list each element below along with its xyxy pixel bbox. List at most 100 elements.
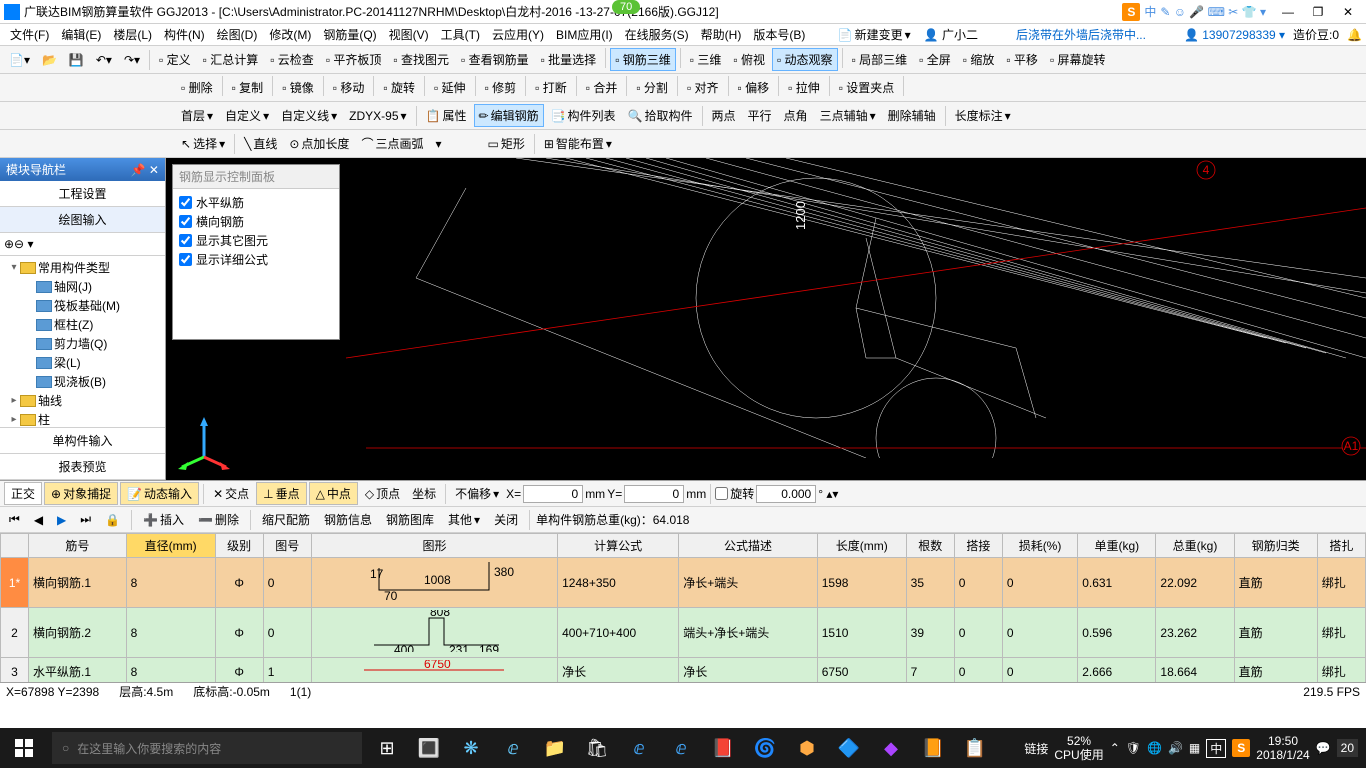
menu-修改(M)[interactable]: 修改(M) xyxy=(263,24,317,45)
other-button[interactable]: 其他 ▾ xyxy=(443,508,485,531)
menu-楼层(L)[interactable]: 楼层(L) xyxy=(107,24,158,45)
menu-版本号(B)[interactable]: 版本号(B) xyxy=(747,24,811,45)
delete-button[interactable]: ➖ 删除 xyxy=(193,508,244,531)
tb-旋转[interactable]: ▫ 旋转 xyxy=(378,76,420,99)
tb-定义[interactable]: ▫ 定义 xyxy=(154,48,196,71)
cp-显示详细公式[interactable]: 显示详细公式 xyxy=(179,250,333,269)
line-select[interactable]: 自定义线 ▾ xyxy=(276,104,342,127)
status-link[interactable]: 后浇带在外墙后浇带中... xyxy=(1016,26,1146,43)
task-ie[interactable]: ⅇ xyxy=(660,728,702,768)
parallel-button[interactable]: 平行 xyxy=(743,104,777,127)
ptang-button[interactable]: 点角 xyxy=(779,104,813,127)
menu-在线服务(S)[interactable]: 在线服务(S) xyxy=(619,24,695,45)
notification-icon[interactable]: 🔔 xyxy=(1347,28,1362,42)
taskbar-search[interactable]: ○ 在这里输入你要搜索的内容 xyxy=(52,732,362,764)
tb-缩放[interactable]: ▫ 缩放 xyxy=(958,48,1000,71)
tray-count[interactable]: 20 xyxy=(1337,739,1358,757)
mid-snap[interactable]: △ 中点 xyxy=(309,482,358,505)
undo-button[interactable]: ↶▾ xyxy=(91,50,117,70)
task-app-2[interactable]: ❋ xyxy=(450,728,492,768)
menu-构件(N)[interactable]: 构件(N) xyxy=(158,24,211,45)
attrs-button[interactable]: 📋 属性 xyxy=(421,104,472,127)
task-edge2[interactable]: ⅇ xyxy=(618,728,660,768)
tb-钢筋三维[interactable]: ▫ 钢筋三维 xyxy=(610,48,676,71)
insert-button[interactable]: ➕ 插入 xyxy=(138,508,189,531)
vert-snap[interactable]: ◇ 顶点 xyxy=(360,482,405,505)
phone-link[interactable]: 👤 13907298339 ▾ xyxy=(1184,28,1285,42)
tree-轴网(J)[interactable]: 轴网(J) xyxy=(2,277,163,296)
cp-横向钢筋[interactable]: 横向钢筋 xyxy=(179,212,333,231)
ime-extra-icons[interactable]: ✎ ☺ 🎤 ⌨ ✂ 👕 ▾ xyxy=(1160,5,1266,19)
task-app-9[interactable]: 📋 xyxy=(954,728,996,768)
perp-snap[interactable]: ⊥ 垂点 xyxy=(256,482,306,505)
floor-select[interactable]: 首层 ▾ xyxy=(176,104,218,127)
smart-button[interactable]: ⊞ 智能布置 ▾ xyxy=(539,132,617,155)
tb-云检查[interactable]: ▫ 云检查 xyxy=(265,48,319,71)
osnap-toggle[interactable]: ⊕ 对象捕捉 xyxy=(44,482,118,505)
ime-s-icon[interactable]: S xyxy=(1122,3,1140,21)
rotate-input[interactable] xyxy=(756,485,816,503)
rotate-check[interactable] xyxy=(715,487,728,500)
pick-button[interactable]: 🔍 拾取构件 xyxy=(623,104,698,127)
tb-汇总计算[interactable]: ▫ 汇总计算 xyxy=(198,48,264,71)
task-edge[interactable]: ⅇ xyxy=(492,728,534,768)
menu-云应用(Y)[interactable]: 云应用(Y) xyxy=(486,24,550,45)
system-tray[interactable]: 链接 52%CPU使用 ⌃ 🛡 🌐 🔊 ▦ 中 S 19:502018/1/24… xyxy=(1016,734,1366,763)
ptlen-button[interactable]: ⊙ 点加长度 xyxy=(284,132,354,155)
tb-局部三维[interactable]: ▫ 局部三维 xyxy=(847,48,913,71)
first-button[interactable]: ⏮ xyxy=(4,509,25,530)
redo-button[interactable]: ↷▾ xyxy=(119,50,145,70)
last-button[interactable]: ⏭ xyxy=(75,509,96,530)
rect-button[interactable]: ▭ 矩形 xyxy=(482,132,529,155)
more-draw[interactable]: ▾ xyxy=(430,134,480,154)
nav-report[interactable]: 报表预览 xyxy=(0,454,165,480)
rebar-table[interactable]: 筋号直径(mm)级别图号图形计算公式公式描述长度(mm)根数搭接损耗(%)单重(… xyxy=(0,533,1366,682)
tree-筏板基础(M)[interactable]: 筏板基础(M) xyxy=(2,296,163,315)
ime-zhong[interactable]: 中 xyxy=(1144,3,1156,20)
tb-查看钢筋量[interactable]: ▫ 查看钢筋量 xyxy=(456,48,534,71)
menu-编辑(E)[interactable]: 编辑(E) xyxy=(55,24,107,45)
task-folder[interactable]: 📁 xyxy=(534,728,576,768)
task-app-7[interactable]: ◆ xyxy=(870,728,912,768)
task-app-6[interactable]: 🔷 xyxy=(828,728,870,768)
rebar-row-2[interactable]: 2横向钢筋.28Φ0400231169808400+710+400端头+净长+端… xyxy=(1,608,1366,658)
tb-查找图元[interactable]: ▫ 查找图元 xyxy=(388,48,454,71)
tb-三维[interactable]: ▫ 三维 xyxy=(685,48,727,71)
rebar-row-3[interactable]: 3水平纵筋.18Φ16750净长净长67507002.66618.664直筋绑扎 xyxy=(1,658,1366,683)
tray-ime-zhong[interactable]: 中 xyxy=(1206,739,1226,758)
coord-snap[interactable]: 坐标 xyxy=(407,482,441,505)
task-app-4[interactable]: 🌀 xyxy=(744,728,786,768)
delaux-button[interactable]: 删除辅轴 xyxy=(883,104,941,127)
new-button[interactable]: 📄▾ xyxy=(4,50,35,70)
menu-BIM应用(I)[interactable]: BIM应用(I) xyxy=(550,24,619,45)
cp-水平纵筋[interactable]: 水平纵筋 xyxy=(179,193,333,212)
tray-up-icon[interactable]: ⌃ xyxy=(1110,741,1120,755)
menu-工具(T)[interactable]: 工具(T) xyxy=(435,24,486,45)
nav-single-input[interactable]: 单构件输入 xyxy=(0,427,165,454)
task-store[interactable]: 🛍 xyxy=(576,728,618,768)
tray-notif-icon[interactable]: 💬 xyxy=(1316,741,1331,755)
cp-显示其它图元[interactable]: 显示其它图元 xyxy=(179,231,333,250)
tb-合并[interactable]: ▫ 合并 xyxy=(581,76,623,99)
y-input[interactable] xyxy=(624,485,684,503)
custom-select[interactable]: 自定义 ▾ xyxy=(220,104,274,127)
prev-button[interactable]: ◀ xyxy=(29,510,48,530)
tb-动态观察[interactable]: ▫ 动态观察 xyxy=(772,48,838,71)
line-button[interactable]: ╲ 直线 xyxy=(239,132,282,155)
tb-屏幕旋转[interactable]: ▫ 屏幕旋转 xyxy=(1045,48,1111,71)
select-button[interactable]: ↖ 选择 ▾ xyxy=(176,132,230,155)
cross-snap[interactable]: ✕ 交点 xyxy=(208,482,254,505)
axis-gizmo[interactable] xyxy=(174,412,234,472)
tb-设置夹点[interactable]: ▫ 设置夹点 xyxy=(834,76,900,99)
taskview-icon[interactable]: ⊞ xyxy=(366,728,408,768)
ime-toolbar[interactable]: S 中 ✎ ☺ 🎤 ⌨ ✂ 👕 ▾ xyxy=(1122,3,1266,21)
open-button[interactable]: 📂 xyxy=(37,50,62,70)
scale-button[interactable]: 缩尺配筋 xyxy=(257,508,315,531)
nav-project-settings[interactable]: 工程设置 xyxy=(0,181,165,207)
task-app-1[interactable]: 🔳 xyxy=(408,728,450,768)
tray-app-icon[interactable]: ▦ xyxy=(1189,741,1200,755)
tb-延伸[interactable]: ▫ 延伸 xyxy=(429,76,471,99)
tray-link[interactable]: 链接 xyxy=(1024,740,1048,757)
edit-rebar-button[interactable]: ✏ 编辑钢筋 xyxy=(474,104,544,127)
tb-镜像[interactable]: ▫ 镜像 xyxy=(277,76,319,99)
